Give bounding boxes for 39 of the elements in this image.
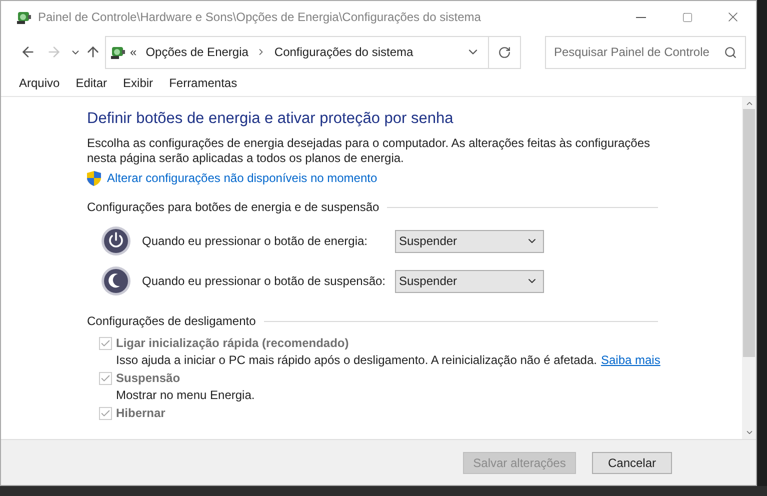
search-field[interactable]: Pesquisar Painel de Controle — [545, 36, 746, 68]
window-title: Painel de Controle\Hardware e Sons\Opções de Energia\Configurações do sistema — [38, 9, 481, 26]
scroll-thumb[interactable] — [743, 109, 755, 357]
menu-item[interactable]: Ferramentas — [169, 74, 238, 92]
action-label: Quando eu pressionar o botão de suspensão: — [142, 273, 387, 290]
page-heading: Definir botões de energia e ativar proteção por senha — [87, 109, 454, 129]
action-dropdown[interactable]: Suspender — [395, 230, 544, 253]
menu-item[interactable]: Arquivo — [19, 74, 60, 92]
control-panel-icon — [110, 44, 126, 60]
search-icon — [724, 46, 737, 58]
scrollbar[interactable] — [742, 97, 756, 439]
scroll-up-icon — [744, 99, 754, 108]
action-dropdown[interactable]: Suspender — [395, 270, 544, 293]
power-button-icon — [101, 226, 131, 256]
forward-arrow-icon — [46, 44, 62, 60]
menu-item[interactable]: Exibir — [123, 74, 154, 92]
overflow-chevron[interactable]: « — [130, 43, 137, 61]
section-title: Configurações para botões de energia e de suspensão — [87, 199, 380, 216]
change-settings-link[interactable]: Alterar configurações não disponíveis no momento — [107, 169, 378, 188]
scroll-down-icon — [744, 428, 754, 437]
address-bar[interactable]: « Opções de Energia Configurações do sistema — [105, 36, 521, 68]
option-label: Suspensão — [116, 370, 180, 386]
menu-item[interactable]: Editar — [76, 74, 108, 92]
option-label: Hibernar — [116, 405, 166, 422]
minimize-icon — [636, 16, 646, 18]
moon-button-icon — [101, 266, 131, 296]
cancel-button[interactable]: Cancelar — [592, 452, 672, 474]
control-panel-icon — [16, 9, 32, 25]
refresh-icon — [498, 46, 511, 58]
option-label: Ligar inicialização rápida (recomendado) — [116, 335, 349, 352]
maximize-icon — [682, 12, 692, 22]
breadcrumb[interactable]: Configurações do sistema — [274, 43, 414, 61]
shield-icon — [87, 170, 101, 186]
section-title: Configurações de desligamento — [87, 313, 256, 330]
intro-text: Escolha as configurações de energia desejadas para o computador. As alterações feitas às configurações nesta página serão aplicadas a todos os planos de energia. — [87, 136, 652, 166]
option-description: Isso ajuda a iniciar o PC mais rápido após o desligamento. A reinicialização não é afetada. — [116, 352, 597, 368]
option-description: Mostrar no menu Energia. — [116, 387, 255, 404]
breadcrumb[interactable]: Opções de Energia — [146, 43, 248, 61]
action-label: Quando eu pressionar o botão de energia: — [142, 233, 368, 250]
